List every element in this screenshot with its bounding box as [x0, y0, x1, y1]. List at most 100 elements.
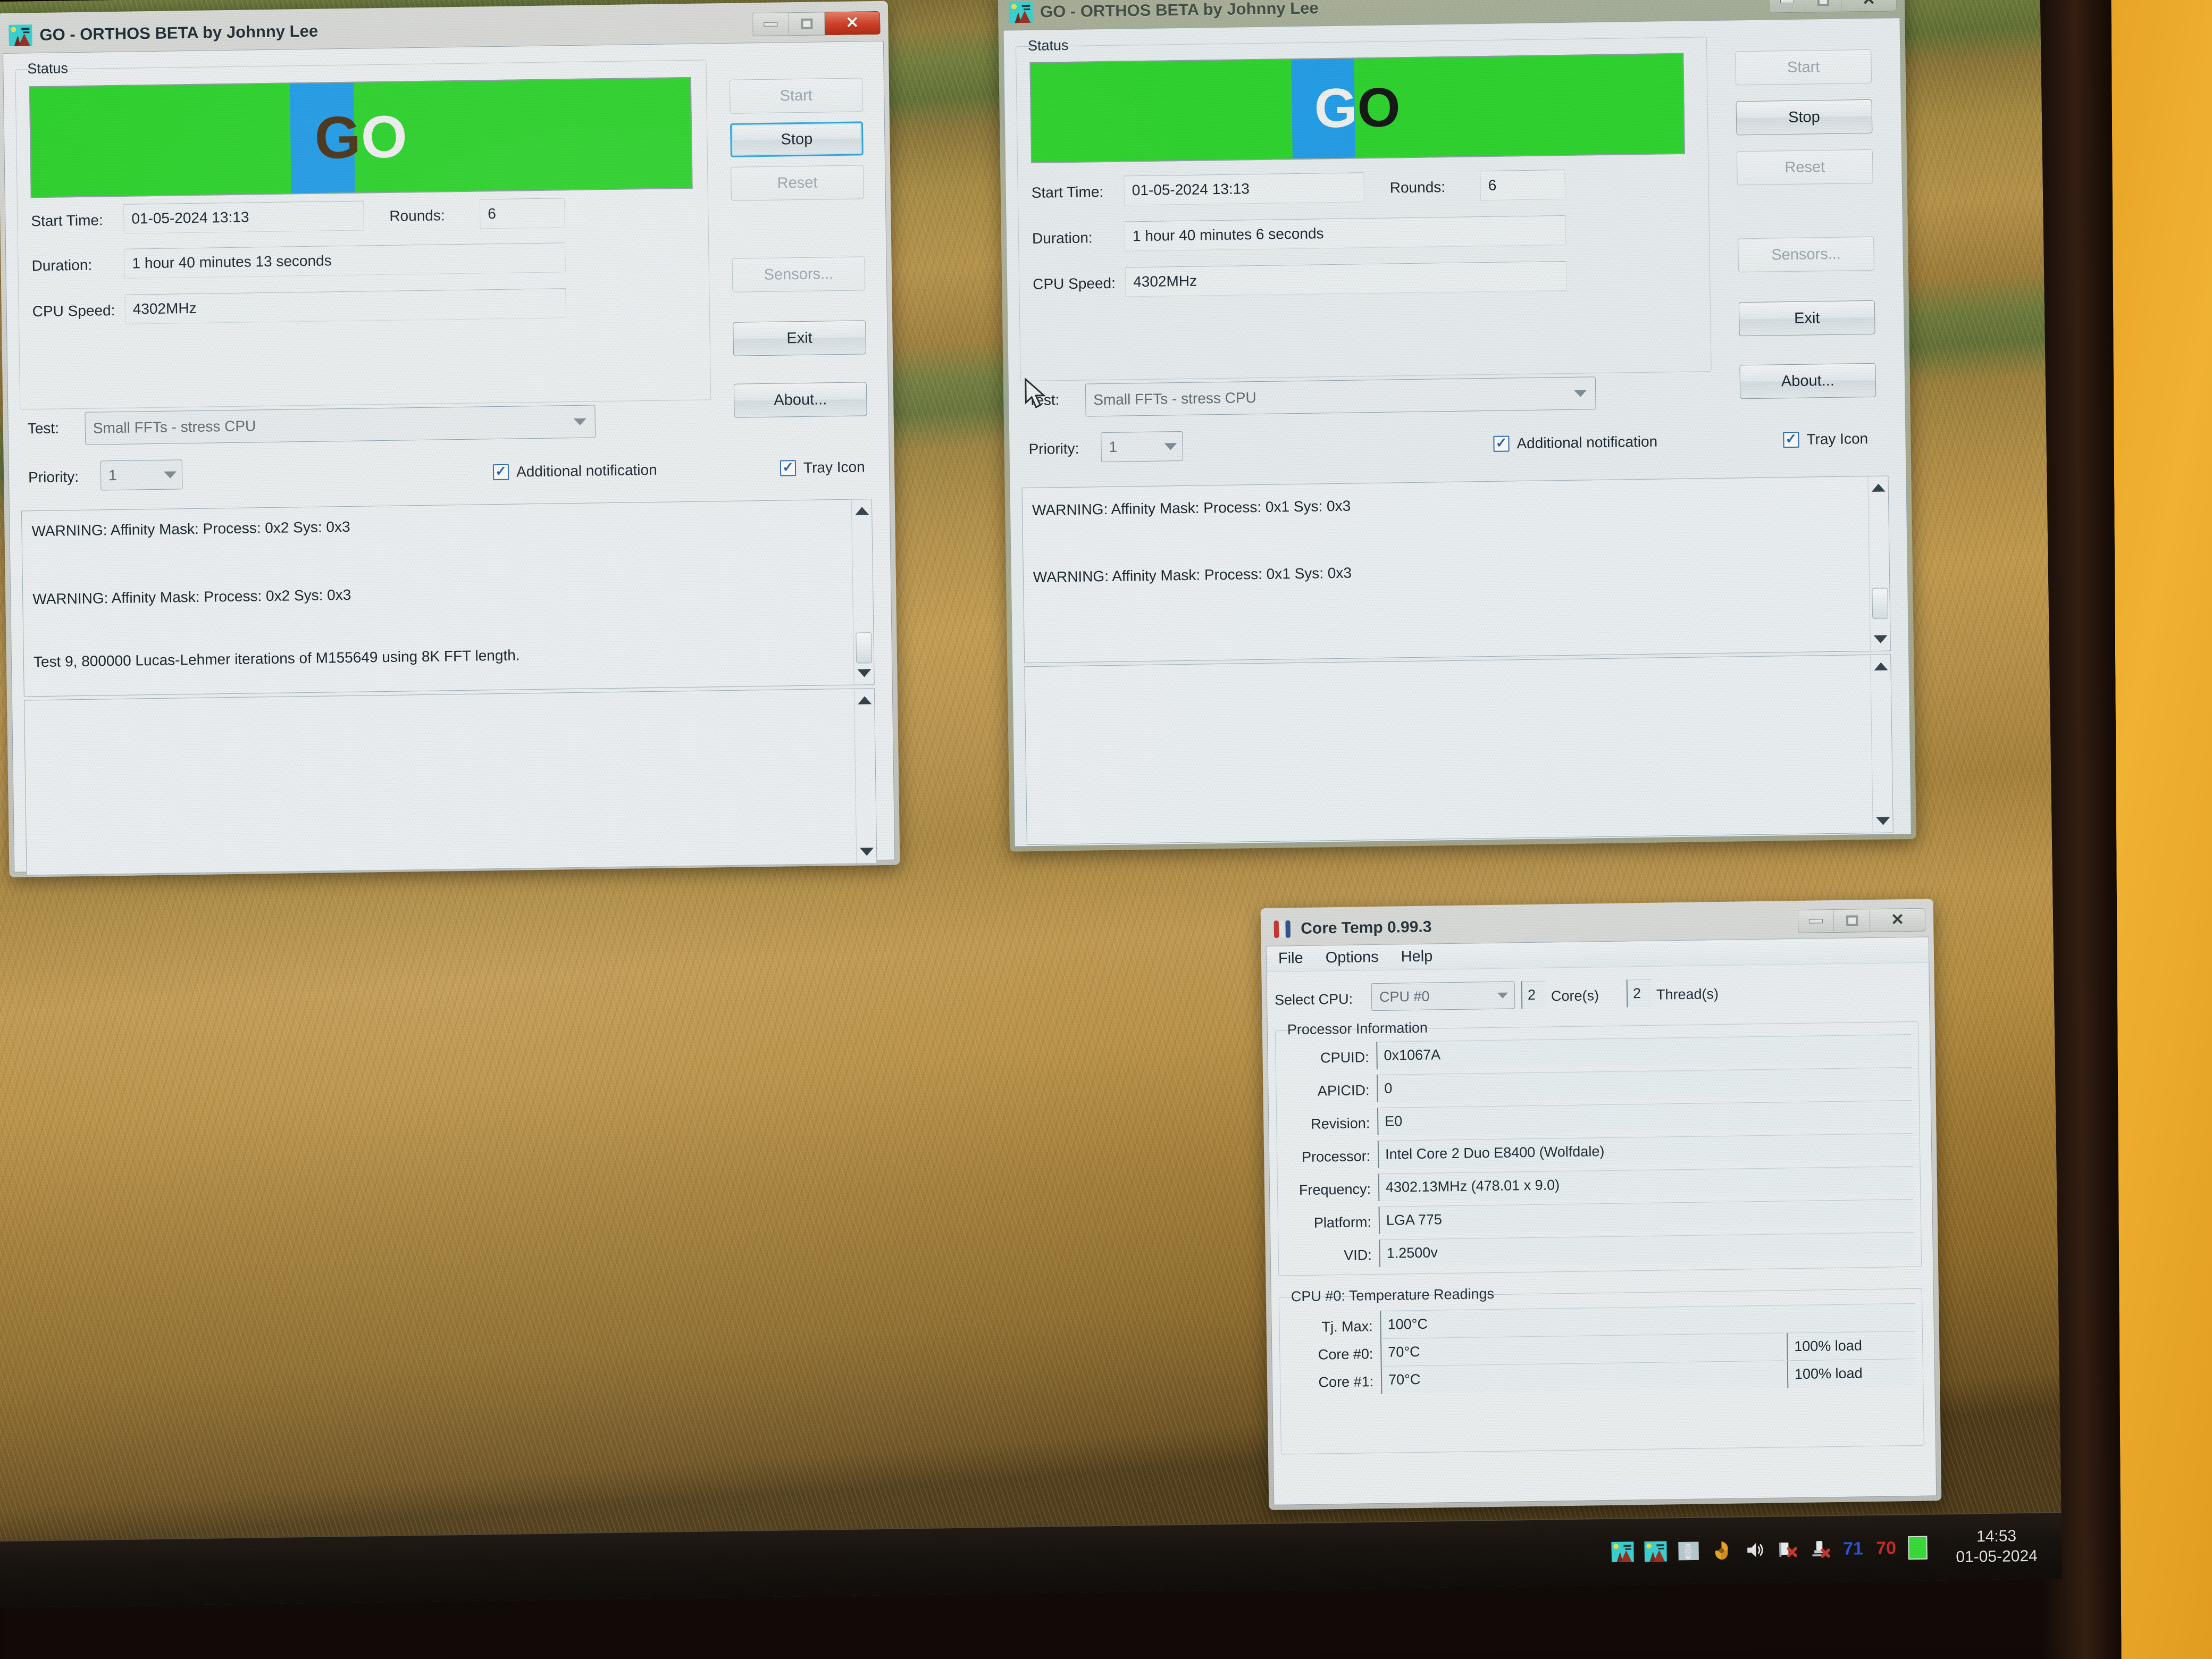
test-combobox[interactable]: Small FFTs - stress CPU — [1085, 376, 1596, 417]
close-button[interactable]: ✕ — [1841, 0, 1897, 12]
tray-icon-checkbox[interactable]: ✓ Tray Icon — [780, 458, 865, 476]
green-tray-icon[interactable] — [1907, 1536, 1928, 1560]
scroll-up-icon[interactable] — [1873, 662, 1888, 671]
chevron-down-icon — [1574, 389, 1587, 397]
priority-combobox[interactable]: 1 — [100, 459, 183, 491]
maximize-button[interactable] — [789, 12, 825, 36]
temp-tray-71-icon[interactable]: 71 — [1842, 1537, 1865, 1560]
exit-button[interactable]: Exit — [733, 320, 867, 356]
minimize-button[interactable] — [752, 12, 789, 37]
start-button[interactable]: Start — [1735, 49, 1872, 86]
cpu-speed-field[interactable]: 4302MHz — [124, 288, 567, 324]
coretemp-client: File Options Help Select CPU: CPU #0 2 C… — [1266, 936, 1937, 1505]
taskbar-clock[interactable]: 14:53 01-05-2024 — [1938, 1526, 2053, 1568]
orthos-2-window-buttons[interactable]: ✕ — [1769, 0, 1897, 14]
start-button[interactable]: Start — [729, 78, 863, 114]
check-icon: ✓ — [1785, 430, 1797, 447]
menu-help[interactable]: Help — [1401, 948, 1432, 966]
reset-button[interactable]: Reset — [731, 165, 864, 201]
orthos-1-log-pane-secondary[interactable] — [23, 688, 877, 876]
orthos-1-log-pane-primary[interactable]: WARNING: Affinity Mask: Process: 0x2 Sys… — [21, 499, 875, 697]
coretemp-window-buttons[interactable]: ✕ — [1797, 908, 1926, 934]
cpu-speed-field[interactable]: 4302MHz — [1125, 261, 1567, 297]
processor-information-label: Processor Information — [1284, 1020, 1433, 1038]
orthos-2-log-pane-secondary[interactable] — [1024, 654, 1893, 845]
orthos-2-log-pane-primary[interactable]: WARNING: Affinity Mask: Process: 0x1 Sys… — [1021, 475, 1891, 664]
scroll-down-icon[interactable] — [1875, 817, 1890, 825]
test-combobox-value: Small FFTs - stress CPU — [1093, 389, 1256, 408]
duration-label: Duration: — [1032, 229, 1093, 247]
log-scrollbar[interactable] — [1870, 655, 1893, 833]
checkbox-box: ✓ — [1493, 434, 1510, 452]
network-error-icon[interactable] — [1776, 1538, 1799, 1561]
orthos-tray-icon-2[interactable] — [1644, 1540, 1667, 1563]
close-button[interactable]: ✕ — [825, 11, 881, 36]
coretemp-window[interactable]: Core Temp 0.99.3 ✕ File Options Help Sel… — [1260, 899, 1942, 1510]
maximize-button[interactable] — [1833, 909, 1871, 933]
orthos-1-title: GO - ORTHOS BETA by Johnny Lee — [39, 21, 319, 44]
scroll-up-icon[interactable] — [1871, 483, 1886, 492]
cpuid-label: CPUID: — [1320, 1049, 1369, 1066]
cores-label: Core(s) — [1551, 987, 1599, 1004]
additional-notification-checkbox[interactable]: ✓ Additional notification — [492, 462, 657, 481]
stop-button[interactable]: Stop — [1736, 99, 1873, 136]
priority-combobox[interactable]: 1 — [1101, 431, 1183, 463]
select-cpu-combobox[interactable]: CPU #0 — [1371, 981, 1515, 1011]
additional-notification-checkbox[interactable]: ✓ Additional notification — [1493, 433, 1657, 453]
log-scrollbar[interactable] — [853, 689, 877, 864]
about-button[interactable]: About... — [1739, 363, 1876, 399]
minimize-button[interactable] — [1797, 909, 1834, 933]
photograph-of-monitor: DELL GO - ORTHOS BETA by Johnny Lee — [0, 0, 2212, 1659]
orthos-window-1[interactable]: GO - ORTHOS BETA by Johnny Lee ✕ Status — [0, 1, 900, 877]
check-icon: ✓ — [1495, 434, 1507, 451]
tray-icon-label: Tray Icon — [803, 458, 865, 476]
duration-field[interactable]: 1 hour 40 minutes 13 seconds — [124, 242, 566, 279]
test-combobox[interactable]: Small FFTs - stress CPU — [85, 405, 596, 445]
checkbox-box: ✓ — [1783, 430, 1799, 448]
test-label: Test: — [27, 420, 60, 437]
test-combobox-value: Small FFTs - stress CPU — [93, 417, 256, 437]
orthos-1-window-buttons[interactable]: ✕ — [752, 11, 881, 37]
coretemp-tray-icon[interactable] — [1677, 1540, 1700, 1563]
volume-icon[interactable] — [1743, 1539, 1766, 1562]
scroll-up-icon[interactable] — [857, 696, 872, 705]
maximize-icon — [800, 18, 812, 29]
scroll-down-icon[interactable] — [1873, 635, 1888, 643]
stop-button[interactable]: Stop — [730, 121, 864, 157]
temperature-readings-label: CPU #0: Temperature Readings — [1288, 1286, 1499, 1305]
sensors-button[interactable]: Sensors... — [1738, 236, 1875, 273]
exit-button[interactable]: Exit — [1738, 300, 1875, 337]
maximize-button[interactable] — [1805, 0, 1842, 13]
reset-button[interactable]: Reset — [1736, 149, 1873, 186]
start-time-field[interactable]: 01-05-2024 13:13 — [123, 200, 364, 234]
log-scrollbar[interactable] — [851, 499, 874, 685]
scrollbar-thumb[interactable] — [855, 632, 872, 664]
rounds-field[interactable]: 6 — [479, 198, 565, 229]
speedfan-tray-icon[interactable] — [1710, 1539, 1733, 1562]
safely-remove-icon[interactable] — [1809, 1538, 1832, 1561]
scroll-down-icon[interactable] — [857, 669, 872, 677]
minimize-button[interactable] — [1769, 0, 1806, 13]
start-time-field[interactable]: 01-05-2024 13:13 — [1124, 172, 1365, 206]
menu-options[interactable]: Options — [1325, 949, 1378, 967]
revision-label: Revision: — [1311, 1115, 1370, 1132]
duration-field[interactable]: 1 hour 40 minutes 6 seconds — [1124, 215, 1566, 252]
system-tray[interactable]: 71 70 14:53 01-05-2024 — [1611, 1526, 2062, 1573]
core-1-load: 100% load — [1787, 1358, 1916, 1388]
scroll-down-icon[interactable] — [859, 848, 874, 856]
log-line: WARNING: Affinity Mask: Process: 0x1 Sys… — [1032, 497, 1351, 518]
rounds-field[interactable]: 6 — [1480, 169, 1566, 201]
orthos-tray-icon-1[interactable] — [1611, 1540, 1634, 1563]
scroll-up-icon[interactable] — [854, 507, 869, 515]
tray-icon-checkbox[interactable]: ✓ Tray Icon — [1783, 430, 1868, 448]
menu-file[interactable]: File — [1278, 950, 1303, 968]
about-button[interactable]: About... — [733, 382, 867, 418]
sensors-button[interactable]: Sensors... — [732, 256, 866, 292]
start-time-label: Start Time: — [31, 212, 103, 230]
log-scrollbar[interactable] — [1867, 476, 1891, 651]
vid-label: VID: — [1344, 1247, 1372, 1263]
orthos-window-2[interactable]: GO - ORTHOS BETA by Johnny Lee ✕ Status … — [998, 0, 1916, 852]
scrollbar-thumb[interactable] — [1871, 588, 1888, 619]
temp-tray-70-icon[interactable]: 70 — [1875, 1537, 1898, 1560]
close-button[interactable]: ✕ — [1870, 908, 1926, 933]
